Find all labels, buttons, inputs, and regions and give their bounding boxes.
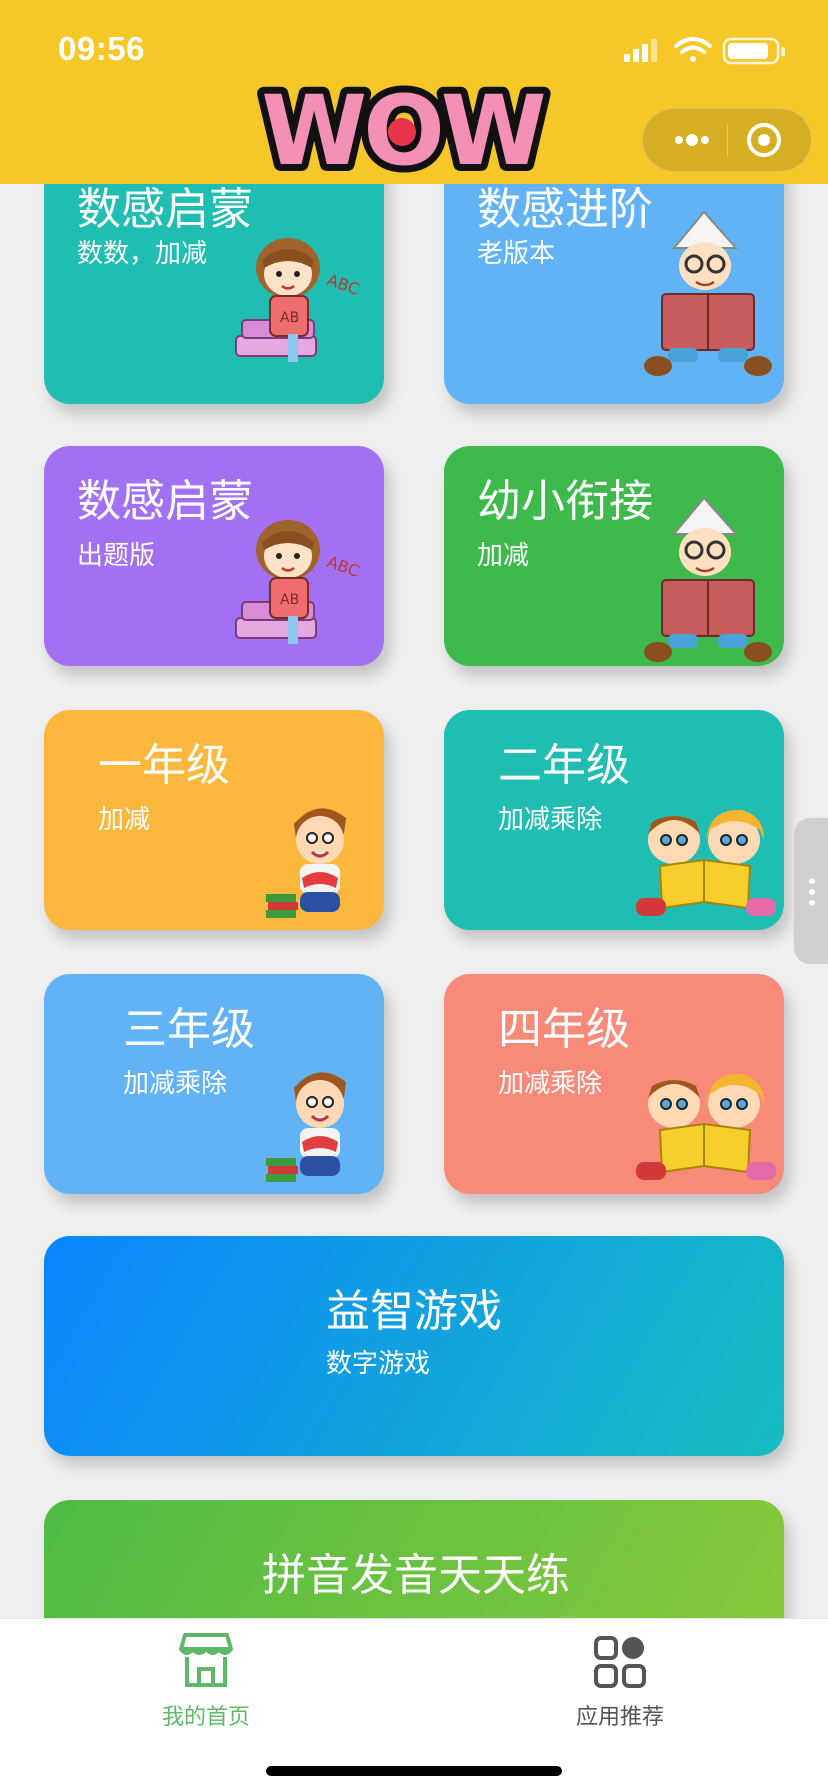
course-card-list[interactable]: 数感启蒙 数数，加减 AB ABC 数感进阶 老版本 数感启蒙 出题版 AB A… xyxy=(0,184,828,1618)
mini-program-capsule xyxy=(642,108,812,172)
apps-grid-icon xyxy=(594,1636,646,1688)
card-subtitle: 数字游戏 xyxy=(326,1349,431,1379)
card-shugan-qimeng-chutiban[interactable]: 数感启蒙 出题版 AB ABC xyxy=(44,446,384,666)
wifi-icon xyxy=(674,37,712,62)
store-home-icon xyxy=(179,1633,233,1687)
card-grade-3[interactable]: 三年级 加减乘除 xyxy=(44,974,384,1194)
card-title: 四年级 xyxy=(498,1004,630,1055)
card-subtitle: 加减乘除 xyxy=(498,1069,603,1099)
card-title: 三年级 xyxy=(123,1004,255,1055)
home-indicator xyxy=(266,1766,562,1776)
boy-reading-hat-icon xyxy=(644,210,772,376)
tab-home[interactable]: 我的首页 xyxy=(106,1631,306,1731)
card-title: 数感启蒙 xyxy=(77,476,253,527)
card-title: 幼小衔接 xyxy=(477,476,653,527)
two-kids-reading-icon xyxy=(636,809,776,916)
more-dots-icon[interactable] xyxy=(663,109,721,171)
card-subtitle: 老版本 xyxy=(477,239,556,269)
two-kids-reading-icon xyxy=(636,1073,776,1180)
card-subtitle: 出题版 xyxy=(77,541,156,571)
card-shugan-jinjie[interactable]: 数感进阶 老版本 xyxy=(444,184,784,404)
boy-reading-hat-icon xyxy=(644,496,772,662)
card-subtitle: 加减乘除 xyxy=(498,805,603,835)
card-title: 数感启蒙 xyxy=(77,184,253,235)
svg-text:ABC: ABC xyxy=(325,552,362,581)
card-grade-2[interactable]: 二年级 加减乘除 xyxy=(444,710,784,930)
card-subtitle: 加减 xyxy=(477,541,530,571)
card-title: 数感进阶 xyxy=(477,184,653,235)
signal-icon xyxy=(624,39,657,62)
app-header: 09:56 WOW xyxy=(0,0,828,184)
card-subtitle: 数数，加减 xyxy=(77,239,208,269)
tab-app-recommend[interactable]: 应用推荐 xyxy=(520,1631,720,1731)
card-title: 益智游戏 xyxy=(326,1286,502,1337)
card-youxiao-xianjie[interactable]: 幼小衔接 加减 xyxy=(444,446,784,666)
card-title: 二年级 xyxy=(498,740,630,791)
card-puzzle-games[interactable]: 益智游戏 数字游戏 xyxy=(44,1236,784,1456)
card-grade-4[interactable]: 四年级 加减乘除 xyxy=(444,974,784,1194)
card-grade-1[interactable]: 一年级 加减 xyxy=(44,710,384,930)
card-title: 一年级 xyxy=(98,740,230,791)
svg-text:AB: AB xyxy=(280,310,299,326)
card-subtitle: 加减乘除 xyxy=(123,1069,228,1099)
boy-with-books-icon xyxy=(266,1072,346,1182)
side-drawer-handle[interactable] xyxy=(794,818,828,964)
svg-text:ABC: ABC xyxy=(325,270,362,299)
capsule-divider xyxy=(727,125,728,157)
girl-reading-icon: AB ABC xyxy=(235,238,362,362)
girl-reading-icon: AB ABC xyxy=(235,520,362,644)
boy-with-books-icon xyxy=(266,808,346,918)
tab-app-recommend-label: 应用推荐 xyxy=(575,1705,664,1730)
status-icons xyxy=(624,37,785,65)
card-pinyin-practice[interactable]: 拼音发音天天练 xyxy=(44,1500,784,1618)
card-shugan-qimeng[interactable]: 数感启蒙 数数，加减 AB ABC xyxy=(44,184,384,404)
wow-logo: WOW xyxy=(254,76,555,182)
card-subtitle: 加减 xyxy=(98,805,151,835)
tab-home-label: 我的首页 xyxy=(161,1705,250,1730)
battery-icon xyxy=(722,37,785,65)
status-time: 09:56 xyxy=(58,30,145,67)
svg-text:AB: AB xyxy=(280,592,299,608)
card-title: 拼音发音天天练 xyxy=(262,1550,570,1601)
target-circle-icon[interactable] xyxy=(735,109,793,171)
